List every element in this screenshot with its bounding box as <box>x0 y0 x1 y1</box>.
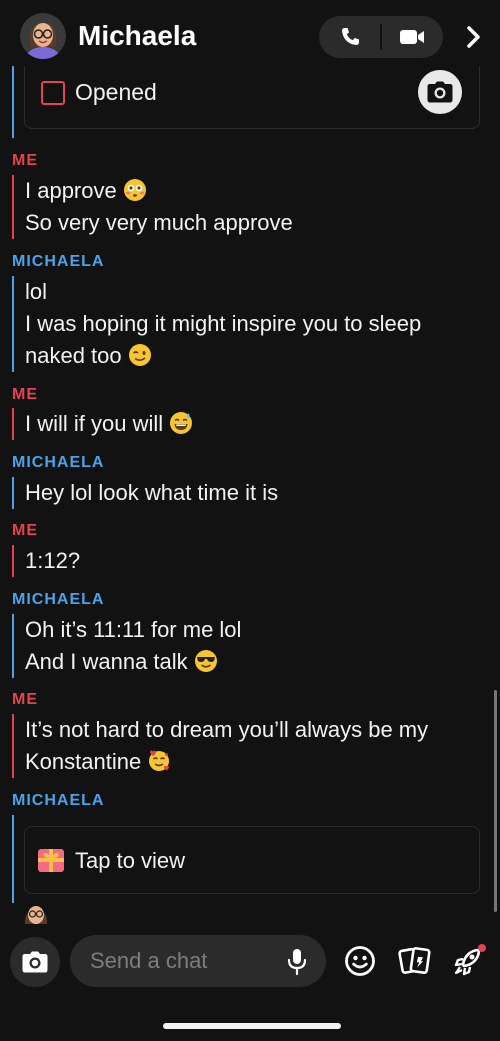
contact-name[interactable]: Michaela <box>78 20 196 52</box>
camera-icon <box>22 951 48 973</box>
message-bar <box>12 614 14 678</box>
message-bar <box>12 545 14 577</box>
phone-icon <box>342 28 359 45</box>
video-call-button[interactable] <box>381 16 443 58</box>
message-text[interactable]: I approve <box>25 178 147 204</box>
games-button[interactable] <box>451 943 487 979</box>
sender-label: MICHAELA <box>12 792 105 809</box>
message-text[interactable]: 1:12? <box>25 548 80 574</box>
message-text[interactable]: It’s not hard to dream you’ll always be … <box>25 717 428 743</box>
chevron-right-icon <box>467 26 480 48</box>
sender-label: ME <box>12 152 38 169</box>
avatar[interactable] <box>20 13 66 59</box>
message-text[interactable]: lol <box>25 279 47 305</box>
camera-icon <box>427 81 453 103</box>
message-text[interactable]: I will if you will <box>25 411 193 437</box>
sender-label: ME <box>12 691 38 708</box>
video-camera-icon <box>400 30 424 44</box>
voice-call-button[interactable] <box>319 16 381 58</box>
message-bar <box>12 66 14 138</box>
sender-label: MICHAELA <box>12 253 105 270</box>
message-bar <box>12 276 14 372</box>
message-text[interactable]: Oh it’s 11:11 for me lol <box>25 617 241 643</box>
message-bar <box>12 408 14 440</box>
sunglasses-face-icon <box>194 650 217 672</box>
rocket-icon <box>454 944 486 976</box>
message-bar <box>12 815 14 903</box>
camera-button[interactable] <box>10 937 60 987</box>
cards-button[interactable] <box>397 943 433 979</box>
chat-header: Michaela <box>0 0 500 72</box>
winking-face-icon <box>128 344 151 366</box>
avatar <box>20 898 52 924</box>
grinning-sweat-face-icon <box>170 412 193 434</box>
message-bar <box>12 714 14 778</box>
home-indicator[interactable] <box>163 1023 341 1029</box>
message-text[interactable]: Konstantine <box>25 749 171 775</box>
opened-label: Opened <box>75 79 157 105</box>
smiley-icon <box>345 946 375 976</box>
message-bar <box>12 477 14 509</box>
tap-to-view-snap[interactable]: Tap to view <box>24 826 480 894</box>
call-controls <box>319 16 443 58</box>
sender-label: MICHAELA <box>12 591 105 608</box>
gift-icon <box>38 849 64 872</box>
microphone-icon[interactable] <box>286 948 308 976</box>
sender-label: ME <box>12 522 38 539</box>
message-bar <box>12 175 14 239</box>
cards-icon <box>398 947 431 974</box>
sender-label: MICHAELA <box>12 454 105 471</box>
reply-camera-button[interactable] <box>418 70 462 114</box>
message-text[interactable]: So very very much approve <box>25 210 293 236</box>
message-text[interactable]: Hey lol look what time it is <box>25 480 278 506</box>
message-text[interactable]: naked too <box>25 343 152 369</box>
opened-snap-card[interactable]: Opened <box>24 66 480 129</box>
sender-label: ME <box>12 386 38 403</box>
scrollbar[interactable] <box>494 690 497 912</box>
emoji-button[interactable] <box>342 943 378 979</box>
opened-square-icon <box>41 81 65 105</box>
message-text[interactable]: I was hoping it might inspire you to sle… <box>25 311 421 337</box>
smiling-face-with-hearts-icon <box>149 750 170 771</box>
message-text[interactable]: And I wanna talk <box>25 649 218 675</box>
flushed-face-icon <box>123 179 146 201</box>
more-button[interactable] <box>460 22 488 52</box>
snap-label: Tap to view <box>75 848 186 873</box>
